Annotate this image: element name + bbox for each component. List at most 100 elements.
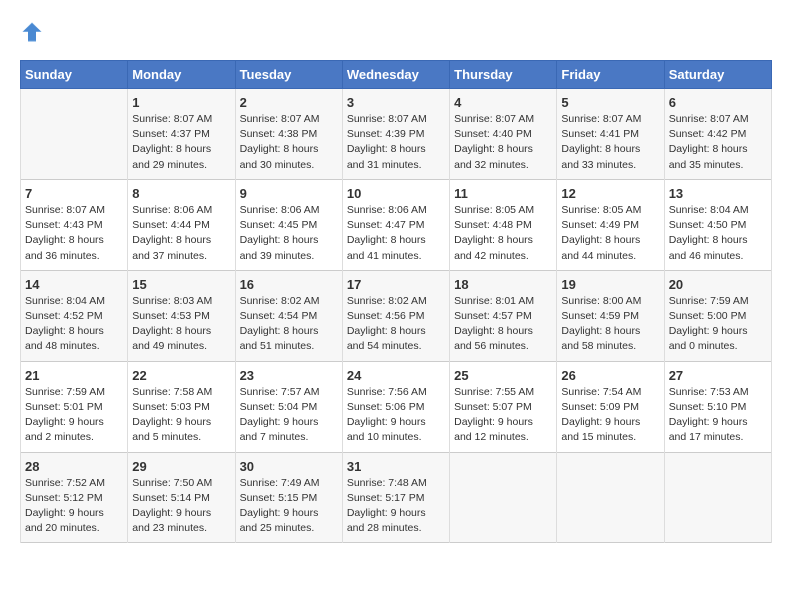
day-number: 11: [454, 186, 552, 201]
calendar-day-cell: 25Sunrise: 7:55 AMSunset: 5:07 PMDayligh…: [450, 361, 557, 452]
day-number: 23: [240, 368, 338, 383]
calendar-day-cell: 9 Sunrise: 8:06 AMSunset: 4:45 PMDaylight…: [235, 179, 342, 270]
day-number: 15: [132, 277, 230, 292]
calendar-day-cell: 7Sunrise: 8:07 AMSunset: 4:43 PMDaylight…: [21, 179, 128, 270]
weekday-header: Tuesday: [235, 61, 342, 89]
calendar-body: 1 Sunrise: 8:07 AMSunset: 4:37 PMDaylight…: [21, 89, 772, 543]
calendar-day-cell: 30 Sunrise: 7:49 AMSunset: 5:15 PMDayligh…: [235, 452, 342, 543]
weekday-header: Wednesday: [342, 61, 449, 89]
day-info: Sunrise: 7:52 AMSunset: 5:12 PMDaylight:…: [25, 476, 123, 537]
day-number: 1: [132, 95, 230, 110]
day-info: Sunrise: 8:06 AMSunset: 4:45 PMDaylight:…: [240, 203, 338, 264]
header-row: SundayMondayTuesdayWednesdayThursdayFrid…: [21, 61, 772, 89]
day-number: 5: [561, 95, 659, 110]
day-info: Sunrise: 7:48 AMSunset: 5:17 PMDaylight:…: [347, 476, 445, 537]
day-number: 2: [240, 95, 338, 110]
day-info: Sunrise: 8:07 AMSunset: 4:42 PMDaylight:…: [669, 112, 767, 173]
day-number: 7: [25, 186, 123, 201]
day-info: Sunrise: 8:05 AMSunset: 4:48 PMDaylight:…: [454, 203, 552, 264]
calendar-day-cell: 29 Sunrise: 7:50 AMSunset: 5:14 PMDayligh…: [128, 452, 235, 543]
day-info: Sunrise: 7:49 AMSunset: 5:15 PMDaylight:…: [240, 476, 338, 537]
day-number: 13: [669, 186, 767, 201]
day-info: Sunrise: 8:07 AMSunset: 4:38 PMDaylight:…: [240, 112, 338, 173]
day-info: Sunrise: 8:04 AMSunset: 4:52 PMDaylight:…: [25, 294, 123, 355]
day-info: Sunrise: 8:02 AMSunset: 4:56 PMDaylight:…: [347, 294, 445, 355]
calendar-day-cell: [21, 89, 128, 180]
calendar-day-cell: 23 Sunrise: 7:57 AMSunset: 5:04 PMDayligh…: [235, 361, 342, 452]
day-info: Sunrise: 8:03 AMSunset: 4:53 PMDaylight:…: [132, 294, 230, 355]
day-info: Sunrise: 7:53 AMSunset: 5:10 PMDaylight:…: [669, 385, 767, 446]
day-number: 21: [25, 368, 123, 383]
weekday-header: Friday: [557, 61, 664, 89]
day-info: Sunrise: 7:56 AMSunset: 5:06 PMDaylight:…: [347, 385, 445, 446]
day-number: 4: [454, 95, 552, 110]
day-number: 6: [669, 95, 767, 110]
day-number: 29: [132, 459, 230, 474]
calendar-day-cell: 2 Sunrise: 8:07 AMSunset: 4:38 PMDaylight…: [235, 89, 342, 180]
day-info: Sunrise: 8:06 AMSunset: 4:44 PMDaylight:…: [132, 203, 230, 264]
calendar-day-cell: 13 Sunrise: 8:04 AMSunset: 4:50 PMDayligh…: [664, 179, 771, 270]
calendar-table: SundayMondayTuesdayWednesdayThursdayFrid…: [20, 60, 772, 543]
calendar-day-cell: 28 Sunrise: 7:52 AMSunset: 5:12 PMDayligh…: [21, 452, 128, 543]
weekday-header: Thursday: [450, 61, 557, 89]
calendar-day-cell: [664, 452, 771, 543]
calendar-day-cell: 21 Sunrise: 7:59 AMSunset: 5:01 PMDayligh…: [21, 361, 128, 452]
day-info: Sunrise: 8:00 AMSunset: 4:59 PMDaylight:…: [561, 294, 659, 355]
day-info: Sunrise: 7:54 AMSunset: 5:09 PMDaylight:…: [561, 385, 659, 446]
calendar-day-cell: 20Sunrise: 7:59 AMSunset: 5:00 PMDayligh…: [664, 270, 771, 361]
day-number: 31: [347, 459, 445, 474]
day-info: Sunrise: 7:57 AMSunset: 5:04 PMDaylight:…: [240, 385, 338, 446]
calendar-day-cell: 15 Sunrise: 8:03 AMSunset: 4:53 PMDayligh…: [128, 270, 235, 361]
page-header: [20, 20, 772, 44]
calendar-day-cell: 8 Sunrise: 8:06 AMSunset: 4:44 PMDaylight…: [128, 179, 235, 270]
day-number: 24: [347, 368, 445, 383]
calendar-day-cell: 17Sunrise: 8:02 AMSunset: 4:56 PMDayligh…: [342, 270, 449, 361]
calendar-day-cell: 31 Sunrise: 7:48 AMSunset: 5:17 PMDayligh…: [342, 452, 449, 543]
calendar-day-cell: 18Sunrise: 8:01 AMSunset: 4:57 PMDayligh…: [450, 270, 557, 361]
day-number: 10: [347, 186, 445, 201]
day-number: 16: [240, 277, 338, 292]
calendar-day-cell: 16 Sunrise: 8:02 AMSunset: 4:54 PMDayligh…: [235, 270, 342, 361]
day-number: 30: [240, 459, 338, 474]
day-number: 9: [240, 186, 338, 201]
day-info: Sunrise: 8:07 AMSunset: 4:37 PMDaylight:…: [132, 112, 230, 173]
day-info: Sunrise: 8:07 AMSunset: 4:41 PMDaylight:…: [561, 112, 659, 173]
day-number: 20: [669, 277, 767, 292]
calendar-week-row: 28 Sunrise: 7:52 AMSunset: 5:12 PMDayligh…: [21, 452, 772, 543]
logo-icon: [20, 20, 44, 44]
day-number: 28: [25, 459, 123, 474]
day-info: Sunrise: 8:06 AMSunset: 4:47 PMDaylight:…: [347, 203, 445, 264]
day-info: Sunrise: 8:04 AMSunset: 4:50 PMDaylight:…: [669, 203, 767, 264]
calendar-week-row: 1 Sunrise: 8:07 AMSunset: 4:37 PMDaylight…: [21, 89, 772, 180]
calendar-day-cell: 10 Sunrise: 8:06 AMSunset: 4:47 PMDayligh…: [342, 179, 449, 270]
weekday-header: Sunday: [21, 61, 128, 89]
calendar-week-row: 21 Sunrise: 7:59 AMSunset: 5:01 PMDayligh…: [21, 361, 772, 452]
weekday-header: Saturday: [664, 61, 771, 89]
calendar-day-cell: 24 Sunrise: 7:56 AMSunset: 5:06 PMDayligh…: [342, 361, 449, 452]
day-number: 8: [132, 186, 230, 201]
day-number: 3: [347, 95, 445, 110]
day-number: 26: [561, 368, 659, 383]
day-info: Sunrise: 8:02 AMSunset: 4:54 PMDaylight:…: [240, 294, 338, 355]
calendar-day-cell: 22 Sunrise: 7:58 AMSunset: 5:03 PMDayligh…: [128, 361, 235, 452]
calendar-header: SundayMondayTuesdayWednesdayThursdayFrid…: [21, 61, 772, 89]
day-info: Sunrise: 8:01 AMSunset: 4:57 PMDaylight:…: [454, 294, 552, 355]
calendar-day-cell: 6 Sunrise: 8:07 AMSunset: 4:42 PMDaylight…: [664, 89, 771, 180]
calendar-day-cell: 11 Sunrise: 8:05 AMSunset: 4:48 PMDayligh…: [450, 179, 557, 270]
logo: [20, 20, 48, 44]
calendar-day-cell: 26 Sunrise: 7:54 AMSunset: 5:09 PMDayligh…: [557, 361, 664, 452]
day-info: Sunrise: 8:05 AMSunset: 4:49 PMDaylight:…: [561, 203, 659, 264]
calendar-day-cell: 12Sunrise: 8:05 AMSunset: 4:49 PMDayligh…: [557, 179, 664, 270]
day-number: 27: [669, 368, 767, 383]
calendar-week-row: 7Sunrise: 8:07 AMSunset: 4:43 PMDaylight…: [21, 179, 772, 270]
calendar-day-cell: 14 Sunrise: 8:04 AMSunset: 4:52 PMDayligh…: [21, 270, 128, 361]
calendar-day-cell: 5 Sunrise: 8:07 AMSunset: 4:41 PMDaylight…: [557, 89, 664, 180]
day-number: 22: [132, 368, 230, 383]
day-number: 14: [25, 277, 123, 292]
calendar-week-row: 14 Sunrise: 8:04 AMSunset: 4:52 PMDayligh…: [21, 270, 772, 361]
day-info: Sunrise: 8:07 AMSunset: 4:40 PMDaylight:…: [454, 112, 552, 173]
day-info: Sunrise: 7:59 AMSunset: 5:01 PMDaylight:…: [25, 385, 123, 446]
day-info: Sunrise: 7:50 AMSunset: 5:14 PMDaylight:…: [132, 476, 230, 537]
day-info: Sunrise: 7:58 AMSunset: 5:03 PMDaylight:…: [132, 385, 230, 446]
calendar-day-cell: 4 Sunrise: 8:07 AMSunset: 4:40 PMDaylight…: [450, 89, 557, 180]
